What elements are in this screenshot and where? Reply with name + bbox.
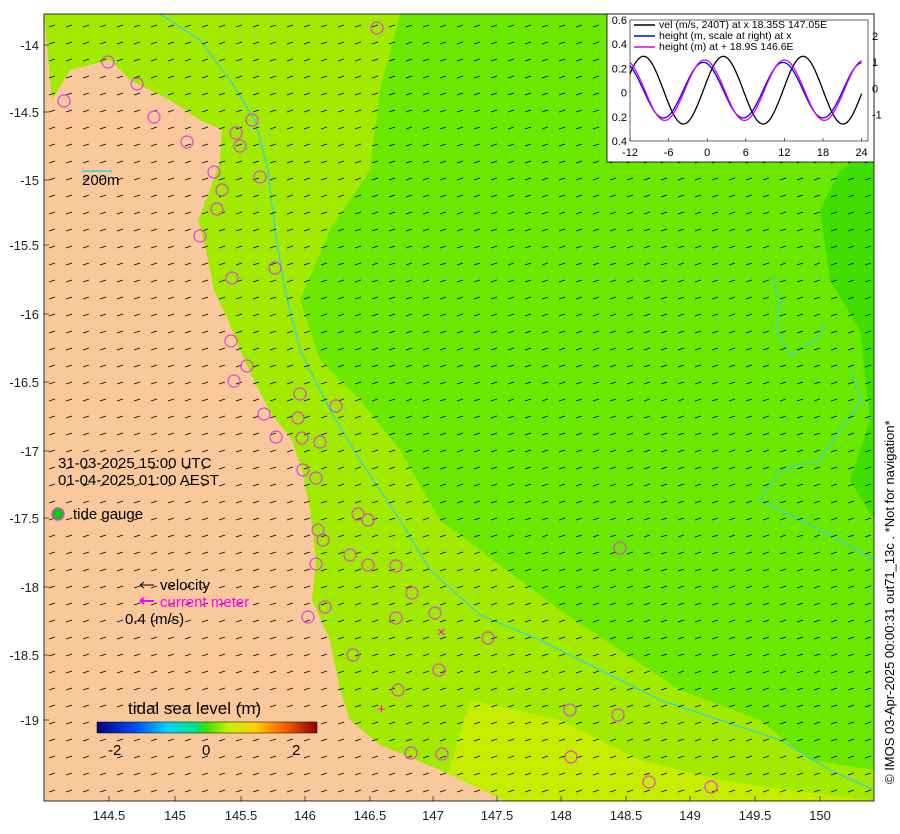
lon-tick-label: 147.5: [481, 808, 514, 823]
inset-x-tick-label: -6: [664, 147, 674, 159]
lon-tick-label: 148: [550, 808, 572, 823]
lat-tick-label: -17.5: [9, 511, 39, 526]
lon-tick-label: 145: [164, 808, 186, 823]
lon-tick-label: 150: [809, 808, 831, 823]
tide-gauge-label: tide gauge: [73, 506, 143, 523]
inset-right-tick-label: 2: [872, 31, 878, 43]
inset-x-tick-label: -12: [622, 147, 638, 159]
lat-tick-label: -18.5: [9, 648, 39, 663]
inset-right-tick-label: -1: [872, 110, 882, 122]
latitude-axis: -14 -14.5 -15 -15.5 -16 -16.5 -17 -17.5 -18 -18.5…: [9, 38, 49, 728]
colorbar: [96, 721, 318, 734]
inset-legend-label: height (m) at + 18.9S 146.6E: [659, 41, 794, 53]
velocity-label: velocity: [160, 577, 211, 594]
lat-tick-label: -15: [20, 173, 39, 188]
inset-left-tick-label: 0.6: [612, 15, 627, 27]
current-meter-marker-2: +: [377, 701, 386, 718]
velocity-scale-label: 0.4 (m/s): [125, 611, 184, 628]
copyright-note: © IMOS 03-Apr-2025 00:00:31 out71_13c . …: [882, 420, 897, 784]
inset-right-tick-label: 0: [872, 83, 878, 95]
current-meter-marker-1: ×: [437, 624, 446, 641]
inset-left-tick-label: 0.2: [612, 112, 627, 124]
timestamp-aest: 01-04-2025 01:00 AEST: [58, 472, 219, 489]
colorbar-title: tidal sea level (m): [128, 699, 261, 718]
lat-tick-label: -15.5: [9, 238, 39, 253]
isobath-label: 200m: [82, 172, 120, 189]
inset-left-tick-label: 0.4: [612, 136, 627, 148]
inset-left-tick-label: 0: [621, 88, 627, 100]
inset-x-tick-label: 18: [817, 147, 829, 159]
lat-tick-label: -16.5: [9, 375, 39, 390]
inset-x-tick-label: 24: [855, 147, 867, 159]
inset-right-tick-label: 1: [872, 57, 878, 69]
inset-chart: -12 -6 0 6 12 18 24 0.60.40.200.20.4 210-1 vel…: [606, 13, 882, 163]
inset-x-tick-label: 6: [743, 147, 749, 159]
inset-x-tick-label: 0: [704, 147, 710, 159]
inset-x-tick-label: 12: [778, 147, 790, 159]
inset-left-tick-label: 0.4: [612, 39, 627, 51]
inset-left-tick-label: 0.2: [612, 63, 627, 75]
lon-tick-label: 145.5: [225, 808, 258, 823]
lon-tick-label: 149.5: [739, 808, 772, 823]
timestamp-utc: 31-03-2025 15:00 UTC: [58, 455, 212, 472]
tidal-map: × + -14-14.5-15-15.5-16-16.5-17-17.5-18-…: [9, 13, 897, 823]
lat-tick-label: -18: [20, 580, 39, 595]
lon-tick-label: 144.5: [93, 808, 126, 823]
lon-tick-label: 148.5: [610, 808, 643, 823]
colorbar-tick-0: 0: [202, 742, 210, 759]
lon-tick-label: 147: [422, 808, 444, 823]
colorbar-tick-2: 2: [292, 742, 300, 759]
lat-tick-label: -17: [20, 444, 39, 459]
lat-tick-label: -19: [20, 713, 39, 728]
lat-tick-label: -14: [20, 38, 39, 53]
lat-tick-label: -16: [20, 307, 39, 322]
lat-tick-label: -14.5: [9, 105, 39, 120]
lon-tick-label: 146: [294, 808, 316, 823]
lon-tick-label: 146.5: [354, 808, 387, 823]
colorbar-tick-neg2: -2: [108, 742, 121, 759]
tide-gauge-legend-icon: [51, 507, 65, 521]
lon-tick-label: 149: [679, 808, 701, 823]
current-meter-label: current meter: [160, 594, 249, 611]
